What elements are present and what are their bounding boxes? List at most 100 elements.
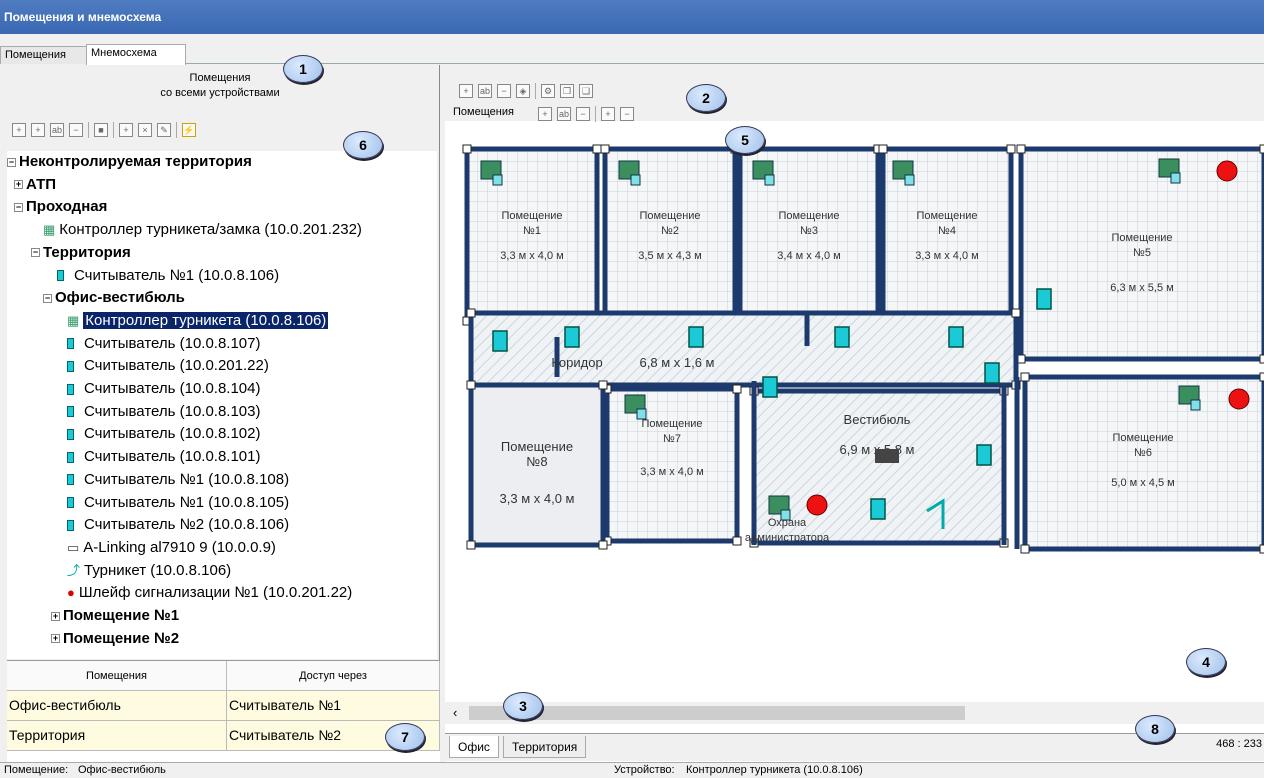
table-cell[interactable]: Территория bbox=[7, 721, 227, 751]
delete-plan-icon[interactable]: − bbox=[497, 84, 511, 98]
expand-icon[interactable]: + bbox=[51, 634, 60, 644]
add-room-on-plan-icon[interactable]: + bbox=[538, 107, 552, 121]
tree-device[interactable]: Считыватель №1 (10.0.8.106) bbox=[57, 265, 279, 287]
tree-node-label: Территория bbox=[43, 243, 131, 261]
room-name: №7 bbox=[663, 433, 681, 445]
send-back-icon[interactable]: − bbox=[620, 107, 634, 121]
scroll-left-icon[interactable]: ‹ bbox=[453, 705, 457, 720]
tree-device[interactable]: ● Шлейф сигнализации №1 (10.0.201.22) bbox=[67, 582, 352, 604]
tree-device[interactable]: Считыватель (10.0.8.102) bbox=[67, 423, 261, 445]
tree-device[interactable]: ▦ Контроллер турникета (10.0.8.106) bbox=[67, 310, 329, 332]
room-name: Помещение bbox=[1112, 432, 1173, 444]
tree-device[interactable]: Считыватель (10.0.8.107) bbox=[67, 333, 261, 355]
callout: 1 bbox=[283, 55, 323, 83]
room-name: Помещение bbox=[1111, 232, 1172, 244]
rooms-panel: Помещения со всеми устройствами + + ab −… bbox=[0, 65, 440, 762]
tab-mnemoscheme[interactable]: Мнемосхема bbox=[86, 44, 186, 65]
tab-office[interactable]: Офис bbox=[449, 736, 499, 758]
resize-handle bbox=[1016, 144, 1026, 154]
lightning-icon[interactable]: ⚡ bbox=[182, 123, 196, 137]
collapse-icon[interactable]: − bbox=[14, 202, 23, 212]
rename-room-on-plan-icon[interactable]: ab bbox=[557, 107, 571, 121]
reader-icon bbox=[67, 383, 74, 395]
bring-front-icon[interactable]: + bbox=[601, 107, 615, 121]
tree-node[interactable]: − Территория bbox=[31, 242, 131, 264]
tab-rooms[interactable]: Помещения bbox=[0, 46, 87, 64]
paste-icon[interactable]: ❏ bbox=[579, 84, 593, 98]
tree-device[interactable]: ▦ Контроллер турникета/замка (10.0.201.23… bbox=[43, 219, 362, 241]
scrollbar-thumb[interactable] bbox=[469, 706, 965, 720]
controller-reader-icon bbox=[904, 174, 915, 186]
rename-plan-icon[interactable]: ab bbox=[478, 84, 492, 98]
rename-icon[interactable]: ab bbox=[50, 123, 64, 137]
controller-icon: ▦ bbox=[43, 222, 56, 238]
room-name: Коридор bbox=[551, 355, 602, 370]
reader-icon bbox=[492, 330, 508, 352]
room-size: 3,3 м х 4,0 м bbox=[500, 491, 575, 506]
room-name: №5 bbox=[1133, 247, 1151, 259]
device-icon[interactable]: ■ bbox=[94, 123, 108, 137]
add-room-icon[interactable]: + bbox=[12, 123, 26, 137]
controller-reader-icon bbox=[1190, 399, 1201, 411]
reader-icon bbox=[57, 270, 64, 282]
controller-reader-icon bbox=[764, 174, 775, 186]
toolbar-separator bbox=[595, 106, 596, 122]
tree-node[interactable]: − Офис-вестибюль bbox=[43, 287, 185, 309]
tree-device[interactable]: Считыватель №1 (10.0.8.105) bbox=[67, 492, 289, 514]
edit-device-icon[interactable]: ✎ bbox=[157, 123, 171, 137]
remove-room-on-plan-icon[interactable]: − bbox=[576, 107, 590, 121]
floor-plan[interactable]: Помещение №1 3,3 м х 4,0 м Помещение №2 3,5 м… bbox=[457, 141, 1264, 621]
collapse-icon[interactable]: − bbox=[7, 157, 16, 167]
tree-node[interactable]: − Проходная bbox=[14, 196, 107, 218]
tree-node-label: Контроллер турникета/замка (10.0.201.232… bbox=[59, 221, 362, 239]
copy-icon[interactable]: ❐ bbox=[560, 84, 574, 98]
add-plan-icon[interactable]: + bbox=[459, 84, 473, 98]
gear-icon[interactable]: ⚙ bbox=[541, 84, 555, 98]
tab-territory[interactable]: Территория bbox=[503, 736, 587, 758]
rooms-panel-title: Помещения bbox=[189, 72, 251, 84]
add-device-icon[interactable]: + bbox=[119, 123, 133, 137]
resize-handle bbox=[1020, 544, 1030, 554]
resize-handle bbox=[1259, 144, 1264, 154]
tree-device[interactable]: Считыватель (10.0.8.104) bbox=[67, 378, 261, 400]
room-size: 6,3 м х 5,5 м bbox=[1110, 282, 1173, 294]
room-size: 3,3 м х 4,0 м bbox=[500, 250, 563, 262]
expand-icon[interactable]: + bbox=[14, 180, 23, 190]
callout: 2 bbox=[686, 84, 726, 112]
tree-device[interactable]: Считыватель (10.0.8.103) bbox=[67, 401, 261, 423]
delete-room-icon[interactable]: − bbox=[69, 123, 83, 137]
tree-device[interactable]: ▭ A-Linking al7910 9 (10.0.0.9) bbox=[67, 537, 276, 559]
tree-node[interactable]: + Помещение №1 bbox=[51, 605, 179, 627]
tree-device[interactable]: Считыватель №2 (10.0.8.106) bbox=[67, 514, 289, 536]
resize-handle bbox=[1020, 372, 1030, 382]
camera-icon: ▭ bbox=[67, 539, 80, 555]
tree-node-label: A-Linking al7910 9 (10.0.0.9) bbox=[83, 538, 276, 556]
mnemoscheme-panel: + ab − ◈ ⚙ ❐ ❏ Помещения + ab − + − Поме… bbox=[445, 65, 1264, 762]
table-cell[interactable]: Офис-вестибюль bbox=[7, 691, 227, 721]
tree-node[interactable]: − Неконтролируемая территория bbox=[7, 151, 252, 173]
reader-icon bbox=[870, 498, 886, 520]
alarm-icon bbox=[806, 494, 828, 516]
add-subroom-icon[interactable]: + bbox=[31, 123, 45, 137]
tree-node[interactable]: + Помещение №2 bbox=[51, 628, 179, 650]
tree-node[interactable]: + АТП bbox=[14, 174, 56, 196]
tree-node-label: АТП bbox=[26, 175, 57, 193]
tree-device[interactable]: Считыватель №1 (10.0.8.108) bbox=[67, 469, 289, 491]
tree-device[interactable]: Считыватель (10.0.201.22) bbox=[67, 355, 269, 377]
reader-icon bbox=[688, 326, 704, 348]
tree-device[interactable]: Считыватель (10.0.8.101) bbox=[67, 446, 261, 468]
reader-icon bbox=[984, 362, 1000, 384]
room-name: Помещение bbox=[641, 418, 702, 430]
tree-toolbar: + + ab − ■ + × ✎ ⚡ bbox=[12, 122, 196, 138]
collapse-icon[interactable]: − bbox=[31, 248, 40, 258]
toolbar-separator bbox=[176, 122, 177, 138]
rooms-panel-subtitle: со всеми устройствами bbox=[160, 87, 280, 99]
remove-device-icon[interactable]: × bbox=[138, 123, 152, 137]
plan-toolbar: + ab − ◈ ⚙ ❐ ❏ bbox=[459, 83, 593, 99]
table-cell[interactable]: Считыватель №1 bbox=[227, 691, 440, 721]
plan-image-icon[interactable]: ◈ bbox=[516, 84, 530, 98]
tree-device[interactable]: ⤴ Турникет (10.0.8.106) bbox=[67, 560, 231, 582]
collapse-icon[interactable]: − bbox=[43, 293, 52, 303]
resize-handle bbox=[592, 144, 602, 154]
expand-icon[interactable]: + bbox=[51, 611, 60, 621]
